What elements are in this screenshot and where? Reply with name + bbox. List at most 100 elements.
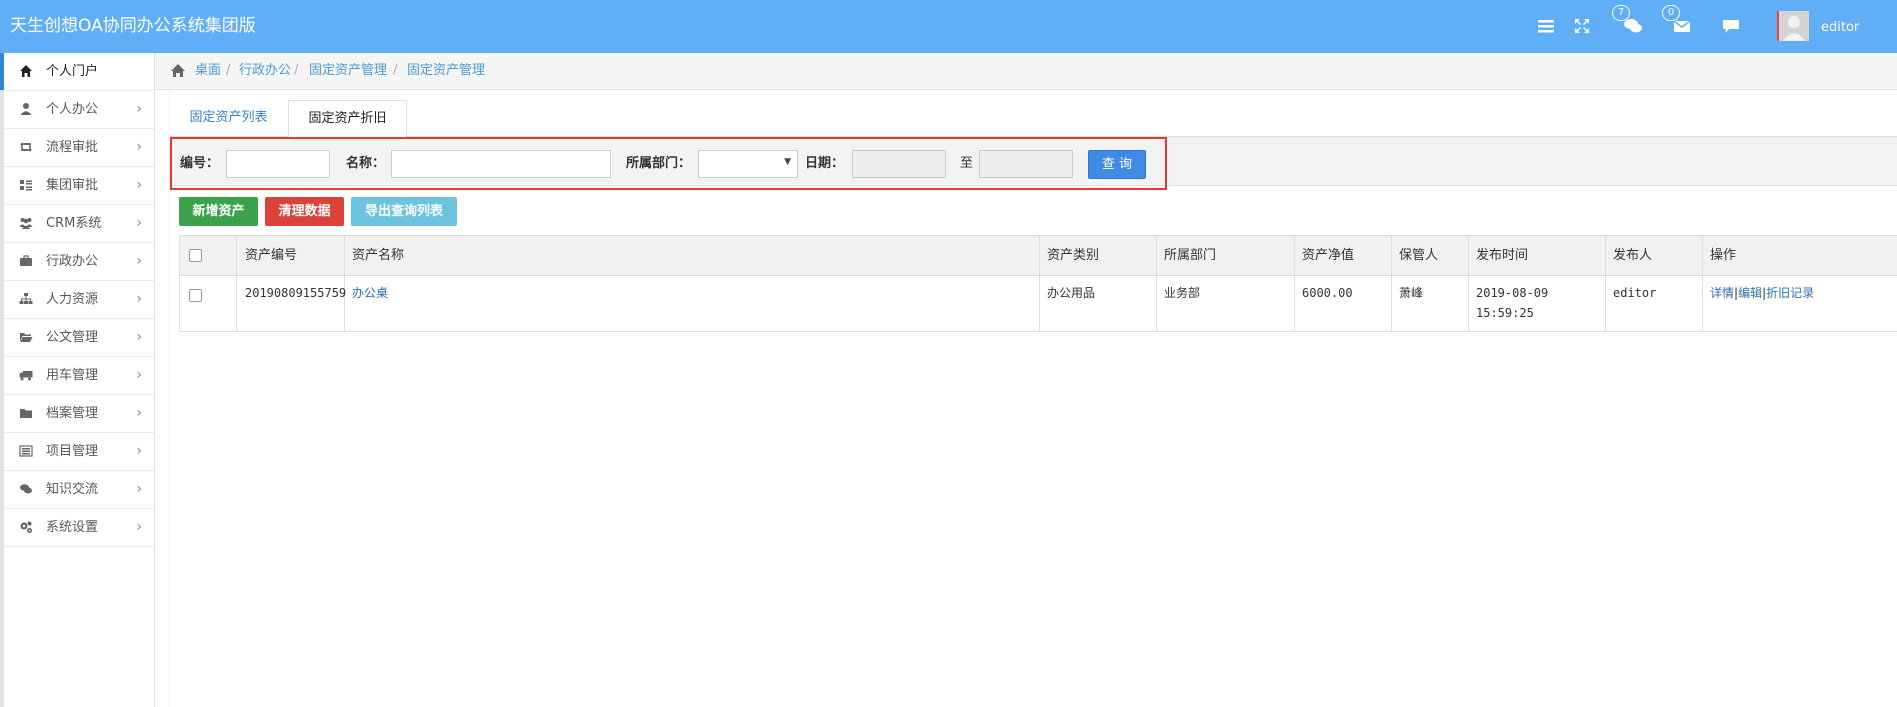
sidebar-item-crm[interactable]: CRM系统 › — [4, 205, 154, 243]
header-asset-name[interactable]: 资产名称 — [352, 236, 404, 275]
retweet-icon — [20, 142, 32, 152]
tab-bar: 固定资产列表 固定资产折旧 — [170, 100, 1897, 138]
briefcase-icon — [20, 255, 32, 266]
sidebar-item-portal[interactable]: 个人门户 — [0, 53, 154, 91]
header-asset-category[interactable]: 资产类别 — [1047, 236, 1099, 275]
sidebar-item-settings[interactable]: 系统设置 › — [4, 509, 154, 547]
group-icon — [19, 218, 33, 229]
breadcrumb-separator: / — [226, 63, 231, 78]
breadcrumb-asset-mgmt[interactable]: 固定资产管理 — [309, 53, 387, 89]
row-operations: 详情|编辑|折旧记录 — [1710, 283, 1814, 303]
sidebar-item-label: 用车管理 — [46, 368, 99, 383]
column-divider — [1039, 236, 1040, 331]
sidebar-item-personal-office[interactable]: 个人办公 › — [4, 91, 154, 129]
asset-code: 20190809155759 — [245, 286, 347, 300]
username[interactable]: editor — [1821, 0, 1859, 55]
chevron-right-icon: › — [136, 481, 142, 497]
header-asset-code[interactable]: 资产编号 — [245, 236, 297, 275]
column-divider — [1156, 236, 1157, 331]
asset-name-link[interactable]: 办公桌 — [352, 283, 388, 303]
column-divider — [236, 236, 237, 331]
chat-icon[interactable] — [1622, 15, 1644, 37]
folder-icon — [20, 409, 32, 418]
chevron-right-icon: › — [136, 405, 142, 421]
sidebar-item-group-approval[interactable]: 集团审批 › — [4, 167, 154, 205]
top-navbar: 天生创想OA协同办公系统集团版 7 0 editor — [0, 0, 1897, 53]
sidebar-item-label: 行政办公 — [46, 254, 99, 269]
main-content: 固定资产列表 固定资产折旧 编号： 名称： 所属部门： ▼ 日期： 至 查 询 … — [169, 90, 1897, 707]
breadcrumb: 桌面 / 行政办公 / 固定资产管理 / 固定资产管理 — [155, 53, 1897, 90]
sidebar-item-label: 个人门户 — [46, 64, 99, 79]
sidebar-item-label: 人力资源 — [46, 292, 99, 307]
avatar[interactable] — [1777, 11, 1809, 41]
sidebar-item-admin-office[interactable]: 行政办公 › — [4, 243, 154, 281]
depreciation-record-link[interactable]: 折旧记录 — [1766, 286, 1814, 300]
sidebar-item-workflow[interactable]: 流程审批 › — [4, 129, 154, 167]
comments-icon — [20, 484, 32, 494]
sidebar-item-label: 知识交流 — [46, 482, 99, 497]
sidebar-item-label: CRM系统 — [46, 216, 102, 231]
column-divider — [1468, 236, 1469, 331]
sidebar-item-archives[interactable]: 档案管理 › — [4, 395, 154, 433]
user-avatar-icon — [1783, 16, 1805, 41]
sidebar-item-label: 公文管理 — [46, 330, 99, 345]
home-icon[interactable] — [170, 63, 186, 78]
header-net-value[interactable]: 资产净值 — [1302, 236, 1354, 275]
detail-link[interactable]: 详情 — [1710, 286, 1734, 300]
sidebar-item-label: 系统设置 — [46, 520, 99, 535]
header-keeper[interactable]: 保管人 — [1399, 236, 1438, 275]
breadcrumb-desktop[interactable]: 桌面 — [195, 53, 221, 89]
sidebar-item-projects[interactable]: 项目管理 › — [4, 433, 154, 471]
mail-icon[interactable] — [1671, 15, 1693, 37]
breadcrumb-asset-mgmt-current[interactable]: 固定资产管理 — [407, 53, 485, 89]
tab-asset-list[interactable]: 固定资产列表 — [170, 100, 287, 135]
folder-open-icon — [20, 333, 33, 342]
tab-asset-depreciation[interactable]: 固定资产折旧 — [288, 100, 407, 138]
search-filter-bar: 编号： 名称： 所属部门： ▼ 日期： 至 查 询 — [170, 137, 1897, 190]
sidebar-item-hr[interactable]: 人力资源 › — [4, 281, 154, 319]
sidebar-item-label: 集团审批 — [46, 178, 99, 193]
sidebar-item-label: 个人办公 — [46, 102, 99, 117]
chevron-right-icon: › — [136, 329, 142, 345]
truck-icon — [19, 371, 33, 381]
header-publisher[interactable]: 发布人 — [1613, 236, 1652, 275]
fullscreen-icon[interactable] — [1571, 15, 1593, 37]
chevron-right-icon: › — [136, 443, 142, 459]
export-list-button[interactable]: 导出查询列表 — [351, 197, 457, 226]
clear-data-button[interactable]: 清理数据 — [265, 197, 344, 226]
tasks-icon — [19, 445, 33, 457]
chevron-right-icon: › — [136, 291, 142, 307]
sidebar-item-vehicles[interactable]: 用车管理 › — [4, 357, 154, 395]
breadcrumb-admin-office[interactable]: 行政办公 — [239, 53, 291, 89]
chevron-right-icon: › — [136, 215, 142, 231]
chevron-right-icon: › — [136, 367, 142, 383]
asset-table: 资产编号 资产名称 资产类别 所属部门 资产净值 保管人 发布时间 发布人 操作… — [179, 235, 1897, 332]
header-operations: 操作 — [1710, 248, 1737, 263]
sidebar: 个人门户 个人办公 › 流程审批 › 集团审批 › CRM系统 › 行政办公 ›… — [0, 53, 155, 707]
header-department[interactable]: 所属部门 — [1164, 236, 1216, 275]
sidebar-item-label: 项目管理 — [46, 444, 99, 459]
message-icon[interactable] — [1720, 15, 1742, 37]
edit-link[interactable]: 编辑 — [1738, 286, 1762, 300]
publish-time: 15:59:25 — [1476, 306, 1534, 320]
select-all-checkbox[interactable] — [189, 249, 202, 262]
publisher: editor — [1613, 286, 1657, 300]
asset-department: 业务部 — [1164, 286, 1201, 300]
add-asset-button[interactable]: 新增资产 — [179, 197, 258, 226]
cogs-icon — [20, 521, 32, 533]
menu-icon[interactable] — [1535, 15, 1557, 37]
list-icon — [20, 180, 32, 191]
sidebar-item-knowledge[interactable]: 知识交流 › — [4, 471, 154, 509]
column-divider — [1702, 236, 1703, 331]
asset-category: 办公用品 — [1047, 286, 1096, 300]
column-divider — [1294, 236, 1295, 331]
row-checkbox[interactable] — [189, 289, 202, 302]
chevron-right-icon: › — [136, 177, 142, 193]
publish-date: 2019-08-09 — [1476, 286, 1549, 300]
home-icon — [20, 65, 32, 77]
header-publish-time[interactable]: 发布时间 — [1476, 236, 1528, 275]
user-icon — [20, 103, 32, 115]
column-divider — [1391, 236, 1392, 331]
chevron-right-icon: › — [136, 101, 142, 117]
sidebar-item-documents[interactable]: 公文管理 › — [4, 319, 154, 357]
